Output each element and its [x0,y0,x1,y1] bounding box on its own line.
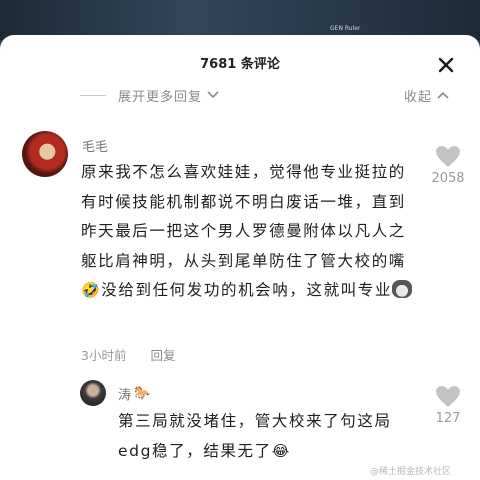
like-count: 127 [435,411,461,426]
laughing-crying-emoji-icon: 🤣 [81,281,102,300]
horse-emoji-icon: 🐎 [134,386,151,401]
reply-button[interactable]: 回复 [150,345,175,364]
expand-replies-label: 展开更多回复 [118,89,203,105]
comment-username-text: 涛 [118,388,132,403]
comment-username[interactable]: 毛毛 [82,136,108,155]
like-button[interactable]: 127 [428,385,468,426]
comment-username[interactable]: 涛 🐎 [118,384,150,403]
comment-time: 3小时前 [81,348,127,363]
avatar[interactable] [22,131,68,177]
comment-count-title: 7681 条评论 [200,57,280,72]
divider [80,94,106,96]
close-button[interactable] [436,55,456,75]
collapse-replies-button[interactable]: 收起 [404,86,450,105]
comment-meta: 3小时前 回复 [81,345,175,364]
comment-text: 原来我不怎么喜欢娃娃，觉得他专业挺拉的有时候技能机制都说不明白废话一堆，直到昨天… [81,158,416,306]
video-preview: GEN Ruler [0,0,480,40]
heart-icon [436,146,460,167]
close-icon [438,57,454,73]
comment-text: 第三局就没堵住，管大校来了句这局edg稳了，结果无了😂 [118,407,418,466]
watermark: @稀土掘金技术社区 [370,467,452,477]
avatar[interactable] [80,380,106,406]
comment-text-part: 原来我不怎么喜欢娃娃，觉得他专业挺拉的有时候技能机制都说不明白废话一堆，直到昨天… [81,163,406,270]
like-count: 2058 [431,171,465,186]
laughing-crying-emoji-icon: 😂 [271,441,291,460]
video-caption: GEN Ruler [330,25,361,32]
chevron-down-icon [207,91,219,99]
heart-icon [436,386,460,407]
chevron-up-icon [437,91,449,99]
collapse-replies-label: 收起 [404,89,433,105]
husky-emoji-icon [391,280,412,299]
expand-replies-button[interactable]: 展开更多回复 [80,86,220,105]
like-button[interactable]: 2058 [428,145,468,186]
comment-sheet: 7681 条评论 展开更多回复 收起 毛毛 原来我不怎么喜欢娃娃，觉得他专业挺拉… [0,35,480,480]
comment-text-part: 没给到任何发功的机会呐，这就叫专业 [101,281,392,300]
comment-text-part: 第三局就没堵住，管大校来了句这局edg稳了，结果无了 [118,412,392,460]
